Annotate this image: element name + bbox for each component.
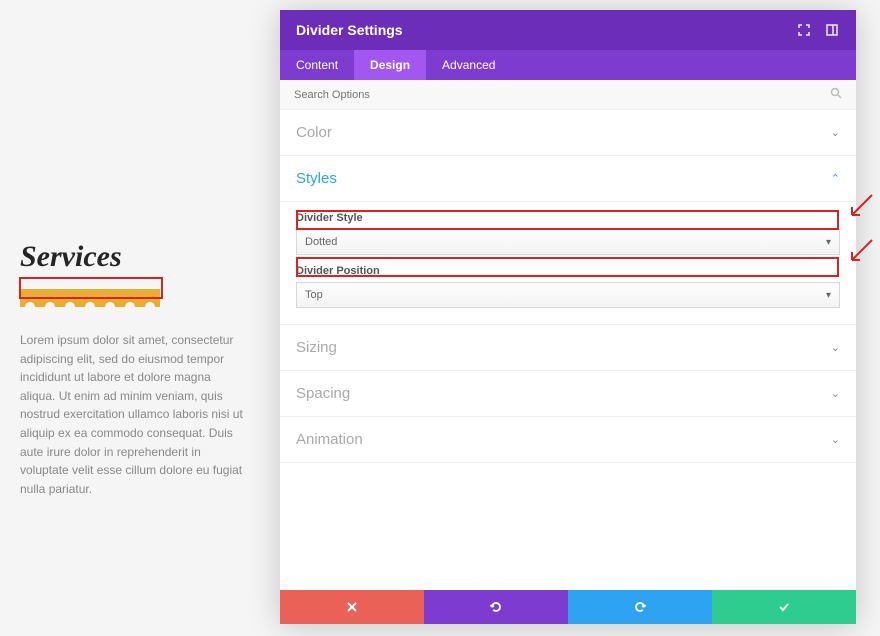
section-color[interactable]: Color ⌄: [280, 110, 856, 156]
search-input[interactable]: [294, 89, 830, 101]
cancel-button[interactable]: [280, 590, 424, 624]
divider-style-select[interactable]: Dotted: [296, 229, 840, 255]
tab-design[interactable]: Design: [354, 50, 426, 80]
section-color-title: Color: [296, 124, 332, 141]
lorem-text: Lorem ipsum dolor sit amet, consectetur …: [20, 331, 245, 498]
section-spacing-title: Spacing: [296, 385, 350, 402]
sections: Color ⌄ Styles ⌃ Divider Style Dotted Di…: [280, 110, 856, 590]
modal-footer: [280, 590, 856, 624]
divider-settings-modal: Divider Settings Content Design Advanced…: [280, 10, 856, 624]
styles-body: Divider Style Dotted Divider Position To…: [280, 212, 856, 325]
divider-position-value: Top: [305, 289, 323, 301]
divider-preview: [20, 289, 160, 307]
divider-style-label: Divider Style: [296, 212, 840, 224]
chevron-down-icon: ⌄: [831, 126, 840, 139]
arrow-icon: [846, 238, 874, 266]
section-styles[interactable]: Styles ⌃: [280, 156, 856, 202]
divider-position-select[interactable]: Top: [296, 282, 840, 308]
divider-style-value: Dotted: [305, 236, 337, 248]
services-title: Services: [20, 240, 245, 274]
chevron-down-icon: ⌄: [831, 341, 840, 354]
redo-button[interactable]: [568, 590, 712, 624]
divider-position-label: Divider Position: [296, 265, 840, 277]
section-spacing[interactable]: Spacing ⌄: [280, 371, 856, 417]
tabs: Content Design Advanced: [280, 50, 856, 80]
section-sizing[interactable]: Sizing ⌄: [280, 325, 856, 371]
chevron-down-icon: ⌄: [831, 433, 840, 446]
services-preview: Services Lorem ipsum dolor sit amet, con…: [20, 240, 245, 498]
chevron-down-icon: ⌄: [831, 387, 840, 400]
search-row: [280, 80, 856, 110]
section-sizing-title: Sizing: [296, 339, 337, 356]
section-animation[interactable]: Animation ⌄: [280, 417, 856, 463]
modal-header[interactable]: Divider Settings: [280, 10, 856, 50]
snap-icon[interactable]: [824, 22, 840, 38]
modal-title: Divider Settings: [296, 22, 403, 38]
tab-content[interactable]: Content: [280, 50, 354, 80]
tab-advanced[interactable]: Advanced: [426, 50, 511, 80]
arrow-icon: [846, 193, 874, 221]
section-animation-title: Animation: [296, 431, 363, 448]
expand-icon[interactable]: [796, 22, 812, 38]
undo-button[interactable]: [424, 590, 568, 624]
save-button[interactable]: [712, 590, 856, 624]
chevron-up-icon: ⌃: [831, 172, 840, 185]
search-icon[interactable]: [830, 87, 842, 102]
section-styles-title: Styles: [296, 170, 337, 187]
